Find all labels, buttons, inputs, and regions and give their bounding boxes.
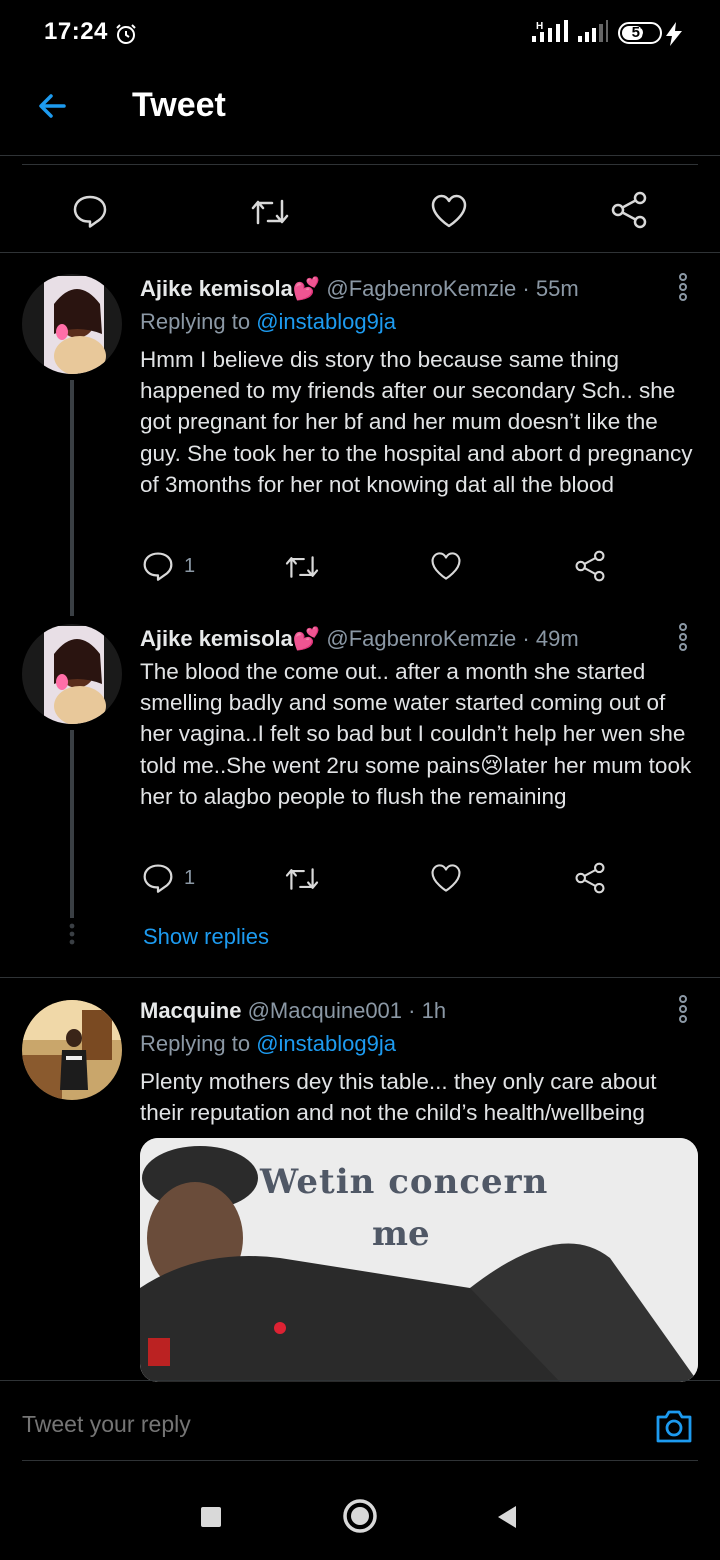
tweet-text: The blood the come out.. after a month s… (140, 659, 692, 809)
avatar[interactable] (22, 274, 122, 374)
more-options-icon[interactable] (673, 622, 693, 652)
tweet-text: Hmm I believe dis story tho because same… (140, 347, 693, 497)
replying-label: Replying to (140, 309, 251, 334)
reply-composer (0, 1380, 720, 1476)
mention-link[interactable]: @instablog9ja (256, 309, 396, 334)
heart-emoji: 💕 (292, 626, 321, 651)
status-bar: 17:24 H 57 (0, 0, 720, 68)
reply-button[interactable]: 1 (142, 862, 195, 894)
app-header: Tweet (0, 68, 720, 156)
author-name[interactable]: Macquine (140, 998, 241, 1023)
like-icon[interactable] (430, 193, 468, 229)
system-nav-bar (0, 1476, 720, 1560)
reply-count: 1 (184, 866, 196, 889)
signal-h-icon: H (532, 20, 572, 51)
battery-icon: 57 (618, 22, 662, 44)
signal-icon (578, 20, 608, 51)
retweet-icon[interactable] (284, 864, 320, 894)
recent-apps-icon[interactable] (200, 1506, 222, 1528)
battery-level: 57 (631, 24, 649, 41)
reply-button[interactable]: 1 (142, 550, 195, 582)
show-replies-link[interactable]: Show replies (143, 924, 269, 950)
replying-to: Replying to @instablog9ja (140, 309, 396, 335)
share-icon[interactable] (610, 191, 648, 229)
like-icon[interactable] (430, 550, 462, 582)
share-icon[interactable] (574, 549, 606, 583)
replying-label: Replying to (140, 1031, 251, 1056)
home-icon[interactable] (342, 1498, 378, 1534)
back-arrow-icon[interactable] (34, 88, 70, 124)
tweet-text: Plenty mothers dey this table... they on… (140, 1069, 657, 1126)
divider (0, 252, 720, 253)
tweet-action-bar (22, 164, 698, 254)
avatar[interactable] (22, 624, 122, 724)
charging-icon (666, 22, 682, 46)
author-handle: @FagbenroKemzie (326, 276, 517, 301)
camera-icon[interactable] (654, 1409, 694, 1445)
author-handle: @Macquine001 (247, 998, 403, 1023)
media-caption: me (372, 1214, 430, 1254)
alarm-icon (116, 24, 136, 44)
share-icon[interactable] (574, 861, 606, 895)
status-time: 17:24 (44, 18, 108, 45)
author-name[interactable]: Ajike kemisola (140, 276, 293, 301)
retweet-icon[interactable] (250, 195, 290, 229)
retweet-icon[interactable] (284, 552, 320, 582)
like-icon[interactable] (430, 862, 462, 894)
more-options-icon[interactable] (673, 272, 693, 302)
reply-icon[interactable] (142, 862, 174, 894)
tweet-header: Ajike kemisola💕 @FagbenroKemzie · 55m (140, 276, 579, 302)
tweet-header: Macquine @Macquine001 · 1h (140, 998, 446, 1024)
author-name[interactable]: Ajike kemisola (140, 626, 293, 651)
reply-count: 1 (184, 554, 196, 577)
tweet-media-image[interactable]: Wetin concern me (140, 1138, 698, 1382)
heart-emoji: 💕 (292, 276, 321, 301)
avatar[interactable] (22, 1000, 122, 1100)
thread-dots-icon (69, 923, 75, 945)
reply-input[interactable] (22, 1411, 582, 1438)
thread-line (70, 730, 74, 918)
replying-to: Replying to @instablog9ja (140, 1031, 396, 1057)
thread-line (70, 380, 74, 616)
back-icon[interactable] (496, 1504, 518, 1530)
page-title: Tweet (132, 86, 226, 124)
divider (0, 977, 720, 978)
tweet-time: · 49m (522, 626, 579, 651)
tweet-time: · 55m (522, 276, 579, 301)
mention-link[interactable]: @instablog9ja (256, 1031, 396, 1056)
reply-icon[interactable] (142, 550, 174, 582)
tweet-time: · 1h (408, 998, 447, 1023)
more-options-icon[interactable] (673, 994, 693, 1024)
divider (22, 1460, 698, 1461)
author-handle: @FagbenroKemzie (326, 626, 517, 651)
network-type-label: H (536, 21, 543, 32)
reply-icon[interactable] (72, 193, 108, 229)
media-caption: Wetin concern (260, 1162, 549, 1202)
tweet-header: Ajike kemisola💕 @FagbenroKemzie · 49m (140, 626, 579, 652)
